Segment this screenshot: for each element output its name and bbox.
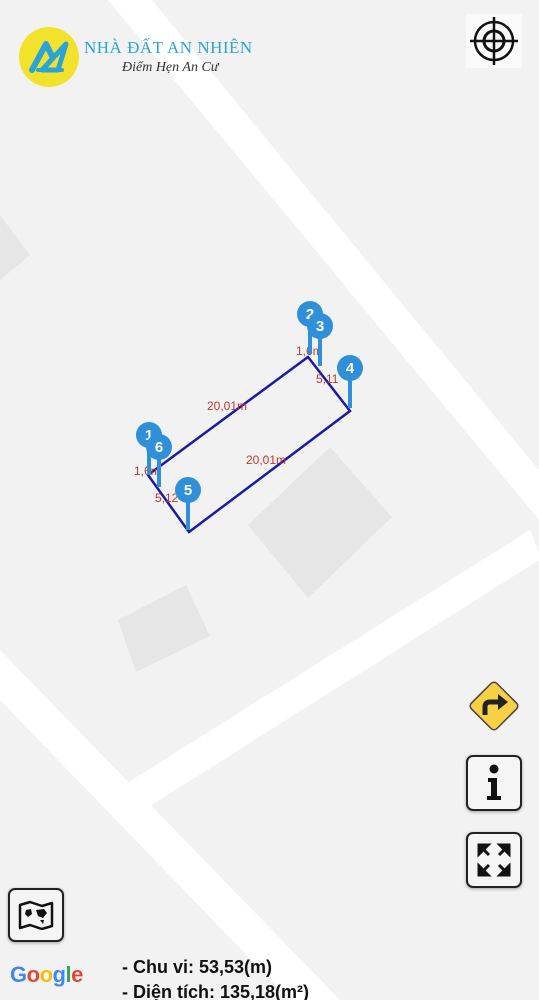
info-button[interactable] xyxy=(466,755,522,811)
edge-label-left-side: 5,12 xyxy=(155,491,179,505)
roads xyxy=(0,0,539,1000)
buildings xyxy=(0,215,392,672)
svg-text:3: 3 xyxy=(316,318,324,335)
google-letter: g xyxy=(52,962,66,987)
info-icon xyxy=(487,764,501,800)
edge-label-bottom: 20,01m xyxy=(246,453,286,467)
brand-logo: NHÀ ĐẤT AN NHIÊN Điểm Hẹn An Cư xyxy=(18,26,268,87)
an-logo-icon xyxy=(19,27,79,87)
directions-button[interactable] xyxy=(465,677,523,735)
turn-right-arrow-icon xyxy=(469,681,519,731)
google-letter: e xyxy=(71,962,83,987)
svg-text:5: 5 xyxy=(184,482,192,499)
brand-tagline: Điểm Hẹn An Cư xyxy=(122,60,219,75)
map-type-button[interactable] xyxy=(8,888,64,942)
google-logo: Google xyxy=(10,962,83,988)
building xyxy=(248,447,392,598)
svg-text:4: 4 xyxy=(346,360,355,377)
expand-icon xyxy=(477,843,511,877)
perimeter-text: - Chu vi: 53,53(m) xyxy=(122,957,273,977)
edge-label-top: 20,01m xyxy=(207,399,247,413)
edge-label-right-side: 5,11 xyxy=(316,372,339,386)
brand-name: NHÀ ĐẤT AN NHIÊN xyxy=(84,38,253,57)
building xyxy=(118,585,210,672)
building xyxy=(0,215,30,280)
google-letter: G xyxy=(10,962,27,987)
world-map-icon xyxy=(18,900,54,930)
svg-text:6: 6 xyxy=(155,439,163,456)
area-text: - Diện tích: 135,18(m²) xyxy=(122,982,310,1000)
map-view[interactable]: 20,01m 20,01m 1,6m 1,6m 5,11 5,12 1 2 3 xyxy=(0,0,539,1000)
fullscreen-button[interactable] xyxy=(466,832,522,888)
map-screen: 20,01m 20,01m 1,6m 1,6m 5,11 5,12 1 2 3 xyxy=(0,0,539,1000)
crosshair-icon xyxy=(470,17,518,65)
google-letter: o xyxy=(39,962,53,987)
locate-button[interactable] xyxy=(466,14,522,68)
measurement-summary: - Chu vi: 53,53(m) - Diện tích: 135,18(m… xyxy=(122,955,309,1000)
google-letter: o xyxy=(26,962,40,987)
marker-5[interactable]: 5 xyxy=(175,477,201,530)
